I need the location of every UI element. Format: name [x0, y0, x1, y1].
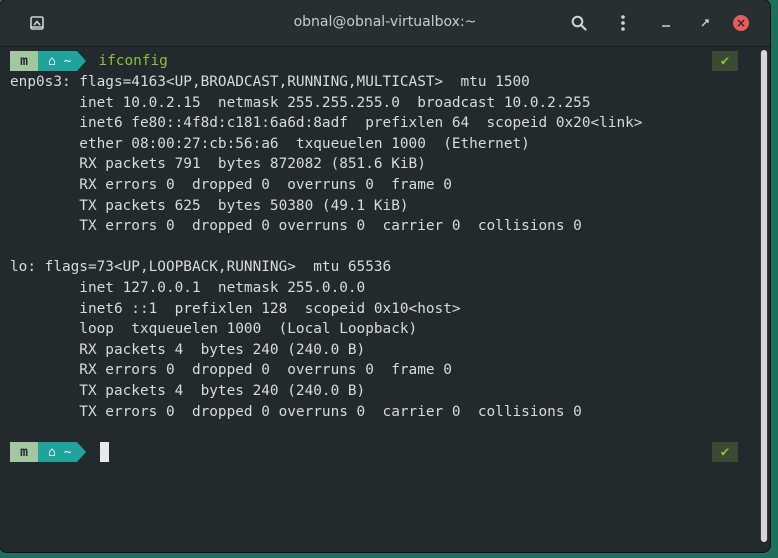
output-line: inet6 fe80::4f8d:c181:6a6d:8adf prefixle… [10, 115, 643, 132]
output-line: enp0s3: flags=4163<UP,BROADCAST,RUNNING,… [10, 74, 530, 90]
output-line: RX errors 0 dropped 0 overruns 0 frame 0 [10, 362, 452, 379]
output-line: TX packets 625 bytes 50380 (49.1 KiB) [10, 197, 409, 214]
text-cursor[interactable] [100, 442, 110, 462]
output-line: inet 10.0.2.15 netmask 255.255.255.0 bro… [10, 94, 591, 111]
output-line: RX packets 791 bytes 872082 (851.6 KiB) [10, 156, 426, 173]
prompt: m ⌂ ~ ifconfig [10, 51, 168, 71]
home-segment: ⌂ ~ [38, 51, 78, 71]
terminal-body[interactable]: m ⌂ ~ ifconfig ✔ enp0s3: flags=4163<UP,B… [0, 47, 756, 552]
prompt-arrow [77, 442, 87, 462]
prompt: m ⌂ ~ [10, 442, 110, 462]
output-line: RX errors 0 dropped 0 overruns 0 frame 0 [10, 177, 452, 193]
close-button[interactable]: × [728, 10, 754, 36]
status-ok-icon: ✔ [712, 442, 738, 462]
prompt-arrow [77, 51, 87, 71]
menu-icon[interactable] [610, 10, 636, 36]
output-line: TX packets 4 bytes 240 (240.0 B) [10, 383, 366, 399]
output-line: lo: flags=73<UP,LOOPBACK,RUNNING> mtu 65… [10, 259, 392, 276]
search-icon[interactable] [566, 10, 592, 36]
home-icon: ⌂ [48, 444, 56, 460]
command-text: ifconfig [98, 53, 168, 69]
status-ok-icon: ✔ [712, 51, 738, 71]
maximize-icon[interactable] [692, 10, 718, 36]
output-line: TX errors 0 dropped 0 overruns 0 carrier… [10, 218, 582, 235]
minimize-icon[interactable] [653, 10, 679, 36]
distro-logo-icon: m [10, 442, 38, 462]
scrollbar[interactable] [760, 50, 768, 542]
output-line: inet 127.0.0.1 netmask 255.0.0.0 [10, 280, 366, 296]
home-label: ~ [63, 53, 72, 69]
output-line: TX errors 0 dropped 0 overruns 0 carrier… [10, 403, 582, 420]
output-line: loop txqueuelen 1000 (Local Loopback) [10, 321, 418, 338]
home-segment: ⌂ ~ [38, 442, 78, 462]
output-line: inet6 ::1 prefixlen 128 scopeid 0x10<hos… [10, 300, 461, 317]
output-line: ether 08:00:27:cb:56:a6 txqueuelen 1000 … [10, 135, 530, 152]
home-icon: ⌂ [48, 53, 56, 69]
output-line: RX packets 4 bytes 240 (240.0 B) [10, 341, 366, 358]
home-label: ~ [63, 444, 72, 460]
close-icon[interactable]: × [733, 15, 749, 31]
terminal-window: obnal@obnal-virtualbox:~ × m ⌂ ~ ifconfi… [0, 0, 770, 552]
title-bar: obnal@obnal-virtualbox:~ × [0, 0, 770, 47]
scrollbar-thumb[interactable] [761, 50, 767, 542]
distro-logo-icon: m [10, 51, 38, 71]
